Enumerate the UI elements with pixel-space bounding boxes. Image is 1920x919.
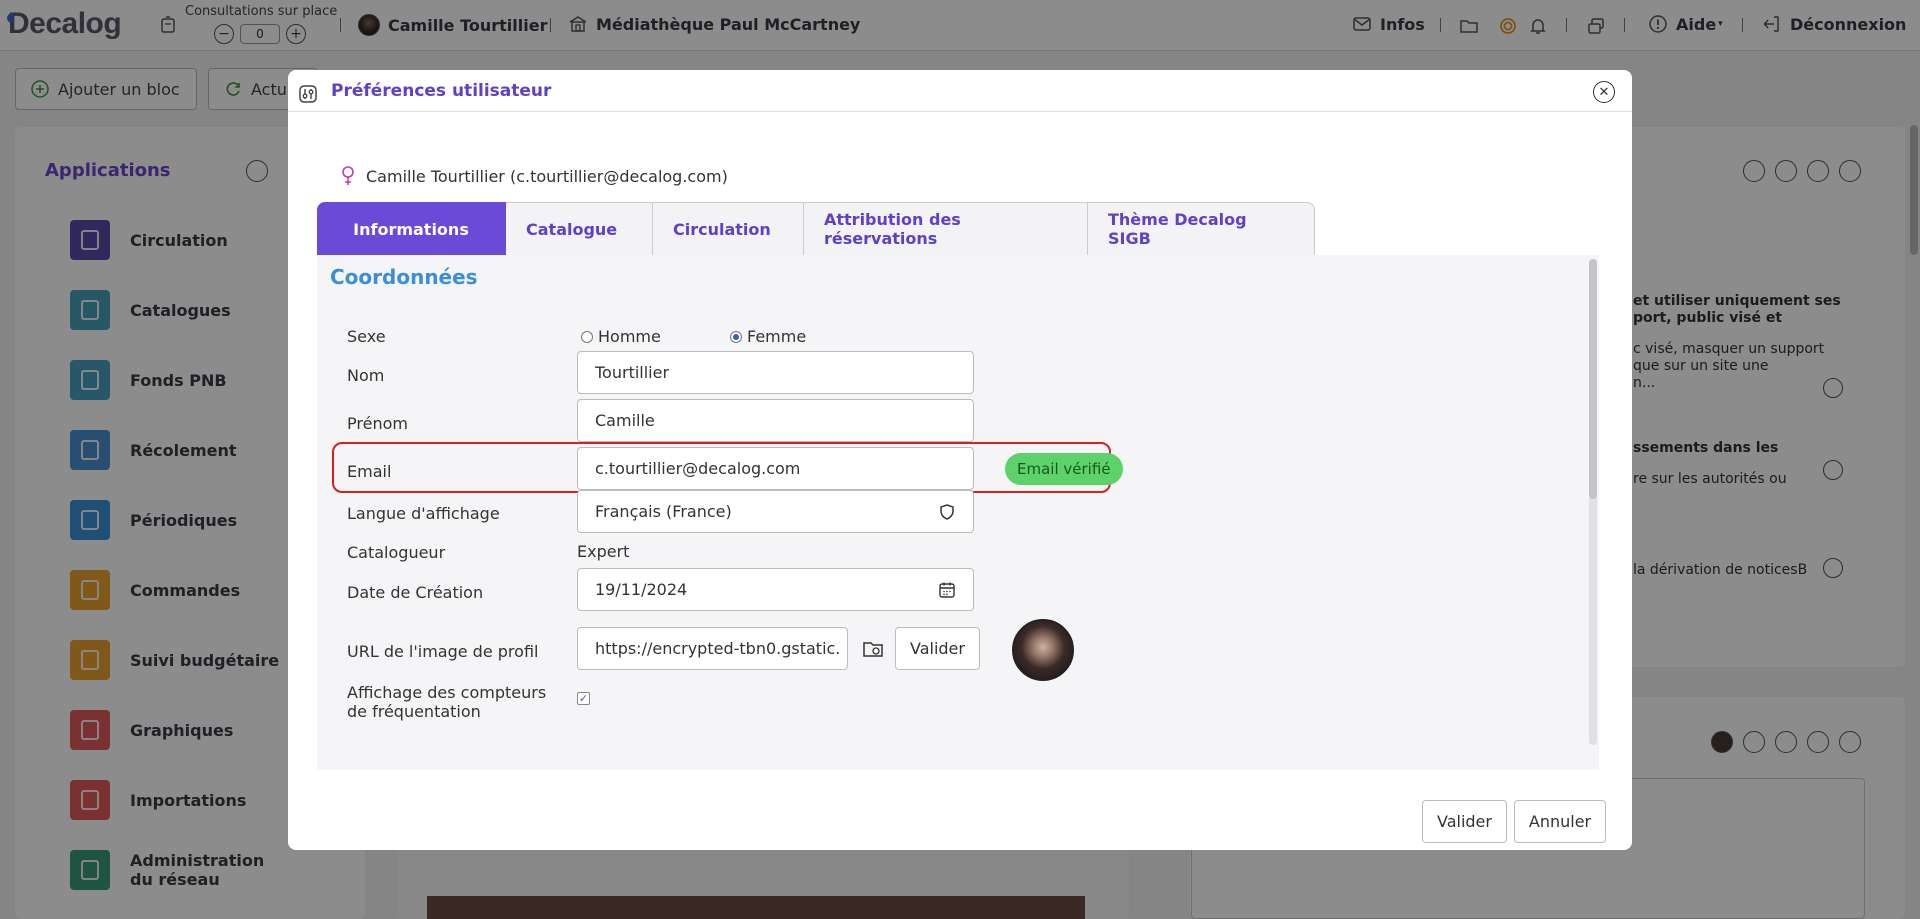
close-icon[interactable]: ✕ [1593, 81, 1615, 103]
url-profil-value: https://encrypted-tbn0.gstatic. [595, 639, 841, 658]
dialog-header: Préférences utilisateur ✕ [288, 70, 1632, 112]
email-label: Email [347, 462, 392, 481]
tab-informations[interactable]: Informations [317, 202, 506, 255]
female-icon [342, 166, 354, 185]
dialog-title: Préférences utilisateur [331, 81, 552, 101]
sexe-label: Sexe [347, 327, 386, 346]
preferences-icon [299, 85, 317, 103]
profile-avatar [1012, 619, 1074, 681]
url-validate-button[interactable]: Valider [895, 627, 980, 670]
email-value: c.tourtillier@decalog.com [595, 459, 801, 478]
prenom-label: Prénom [347, 414, 408, 433]
content-scrollbar[interactable] [1589, 259, 1597, 745]
validate-button[interactable]: Valider [1422, 800, 1507, 843]
tabs: Informations Catalogue Circulation Attri… [317, 202, 1315, 255]
catalogueur-value: Expert [577, 542, 630, 561]
prenom-field[interactable]: Camille [577, 399, 974, 442]
radio-selected-icon [730, 330, 742, 343]
sexe-option-label: Femme [747, 327, 807, 346]
langue-label: Langue d'affichage [347, 504, 500, 523]
sexe-option-label: Homme [598, 327, 661, 346]
nom-field[interactable]: Tourtillier [577, 351, 974, 394]
langue-value: Français (France) [595, 502, 732, 521]
sexe-option-femme[interactable]: Femme [730, 327, 806, 346]
tab-attribution-reservations[interactable]: Attribution des réservations [804, 202, 1088, 255]
tab-theme[interactable]: Thème Decalog SIGB [1088, 202, 1315, 255]
user-summary: Camille Tourtillier (c.tourtillier@decal… [340, 166, 728, 186]
shield-icon [940, 503, 954, 520]
url-profil-field[interactable]: https://encrypted-tbn0.gstatic. [577, 627, 848, 670]
compteurs-checkbox[interactable]: ✓ [577, 692, 590, 705]
date-creation-value: 19/11/2024 [595, 580, 688, 599]
tab-catalogue[interactable]: Catalogue [506, 202, 653, 255]
folder-icon[interactable] [862, 638, 884, 660]
langue-select[interactable]: Français (France) [577, 490, 974, 533]
email-verified-badge: Email vérifié [1005, 453, 1123, 485]
url-profil-label: URL de l'image de profil [347, 642, 539, 661]
calendar-icon[interactable] [938, 581, 956, 599]
user-preferences-dialog: Préférences utilisateur ✕ Camille Tourti… [288, 70, 1632, 850]
sexe-option-homme[interactable]: Homme [581, 327, 661, 346]
compteurs-label: Affichage des compteurs de fréquentation [347, 683, 547, 721]
radio-icon [581, 330, 593, 343]
date-creation-field[interactable]: 19/11/2024 [577, 568, 974, 611]
email-field[interactable]: c.tourtillier@decalog.com [577, 447, 974, 490]
nom-value: Tourtillier [595, 363, 670, 382]
nom-label: Nom [347, 366, 385, 385]
cancel-button[interactable]: Annuler [1514, 800, 1606, 843]
catalogueur-label: Catalogueur [347, 543, 446, 562]
section-title: Coordonnées [330, 265, 478, 289]
user-summary-text: Camille Tourtillier (c.tourtillier@decal… [366, 166, 728, 186]
date-creation-label: Date de Création [347, 583, 484, 602]
prenom-value: Camille [595, 411, 655, 430]
scrollbar-thumb[interactable] [1589, 259, 1597, 499]
tab-circulation[interactable]: Circulation [653, 202, 804, 255]
tab-content: Coordonnées Sexe Homme Femme Nom Tourtil… [317, 255, 1599, 770]
